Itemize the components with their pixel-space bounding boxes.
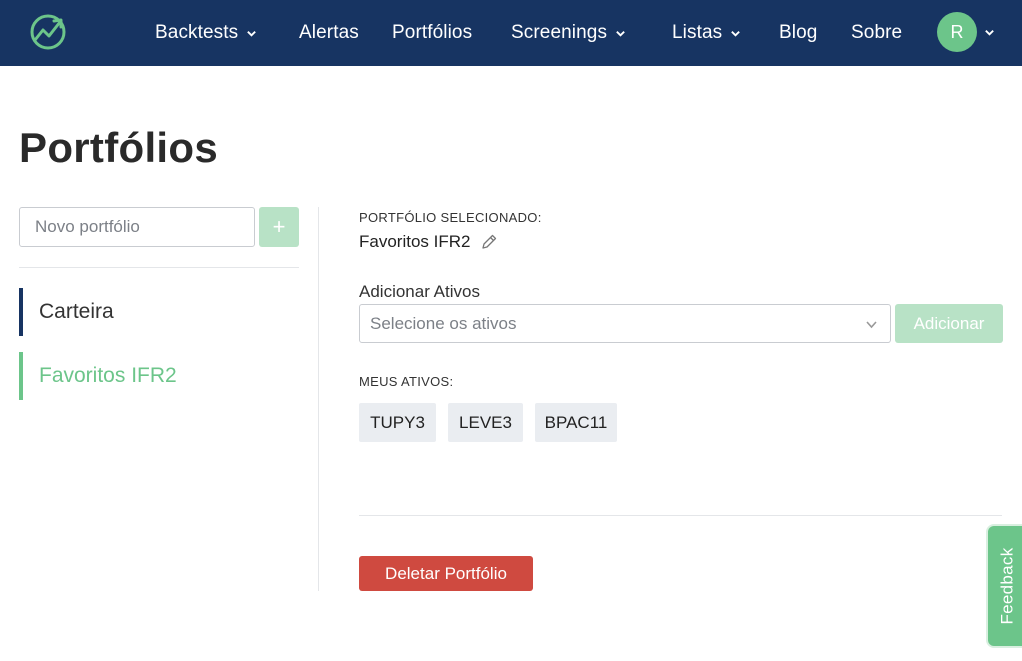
column-divider (318, 207, 319, 591)
add-assets-button[interactable]: Adicionar (895, 304, 1003, 343)
chevron-down-icon (616, 30, 625, 37)
delete-portfolio-button[interactable]: Deletar Portfólio (359, 556, 533, 591)
user-avatar[interactable]: R (937, 12, 977, 52)
chevron-down-icon (866, 321, 877, 329)
nav-screenings-label: Screenings (511, 22, 608, 43)
nav-alertas[interactable]: Alertas (299, 0, 359, 66)
nav-blog-label: Blog (779, 22, 818, 43)
nav-listas[interactable]: Listas (672, 0, 741, 66)
add-assets-button-label: Adicionar (913, 313, 985, 333)
asset-chip[interactable]: LEVE3 (448, 403, 523, 442)
nav-sobre-label: Sobre (851, 22, 903, 43)
assets-select[interactable]: Selecione os ativos (359, 304, 891, 343)
add-assets-label: Adicionar Ativos (359, 282, 480, 301)
assets-select-placeholder: Selecione os ativos (370, 313, 517, 333)
avatar-initial: R (950, 21, 964, 42)
nav-screenings[interactable]: Screenings (511, 0, 626, 66)
sidebar-item-carteira[interactable]: Carteira (19, 288, 114, 336)
asset-chip[interactable]: BPAC11 (535, 403, 617, 442)
chevron-down-icon (247, 30, 257, 37)
my-assets-label: MEUS ATIVOS: (359, 374, 454, 389)
sidebar-divider (19, 267, 299, 268)
nav-portfolios-label: Portfólios (392, 22, 473, 43)
nav-sobre[interactable]: Sobre (851, 0, 902, 66)
selected-portfolio-label: PORTFÓLIO SELECIONADO: (359, 210, 542, 225)
feedback-label: Feedback (998, 547, 1017, 625)
chevron-down-icon (731, 30, 741, 37)
sidebar-item-favoritos-ifr2[interactable]: Favoritos IFR2 (19, 352, 177, 400)
pencil-icon[interactable] (480, 233, 498, 251)
asset-chip-label: LEVE3 (459, 412, 512, 432)
new-portfolio-input[interactable] (19, 207, 255, 247)
delete-portfolio-label: Deletar Portfólio (385, 563, 507, 583)
asset-chip-label: BPAC11 (544, 412, 608, 432)
page-title: Portfólios (19, 124, 218, 171)
add-portfolio-button[interactable]: + (259, 207, 299, 247)
chart-trend-up-icon[interactable] (29, 14, 69, 50)
sidebar-item-label: Favoritos IFR2 (39, 364, 177, 387)
nav-backtests-label: Backtests (155, 22, 239, 43)
nav-backtests[interactable]: Backtests (155, 0, 257, 66)
plus-icon: + (272, 214, 286, 239)
top-navbar: Backtests Alertas Portfólios Screenings … (0, 0, 1022, 66)
selected-portfolio-name: Favoritos IFR2 (359, 232, 498, 252)
selected-portfolio-text: Favoritos IFR2 (359, 232, 471, 251)
feedback-tab[interactable]: Feedback (988, 526, 1022, 646)
nav-portfolios[interactable]: Portfólios (392, 0, 472, 66)
asset-chip[interactable]: TUPY3 (359, 403, 436, 442)
asset-chip-label: TUPY3 (370, 412, 425, 432)
nav-alertas-label: Alertas (299, 22, 359, 43)
nav-listas-label: Listas (672, 22, 723, 43)
chevron-down-icon[interactable] (984, 27, 995, 38)
nav-blog[interactable]: Blog (779, 0, 817, 66)
sidebar-item-label: Carteira (39, 300, 114, 323)
main-divider (359, 515, 1002, 516)
